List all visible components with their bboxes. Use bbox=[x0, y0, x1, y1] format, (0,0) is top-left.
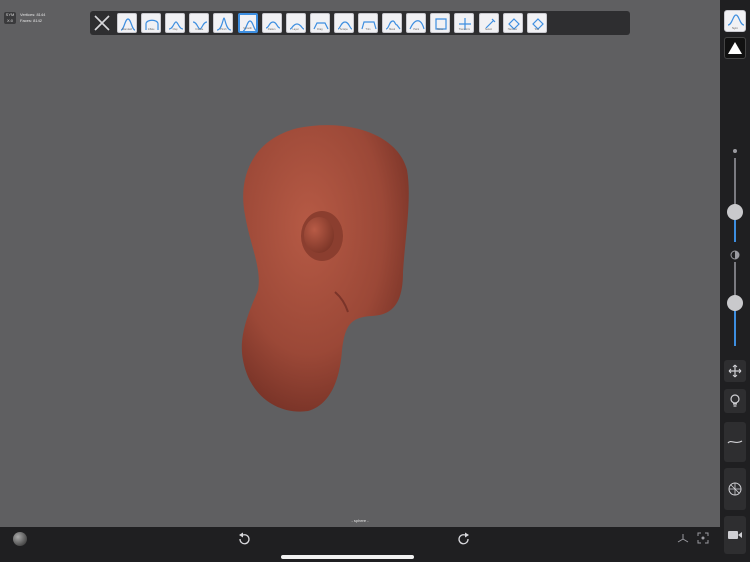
tool-label: Pinch bbox=[220, 28, 227, 31]
tool-trim[interactable]: Trim bbox=[358, 13, 378, 33]
lighting-button[interactable] bbox=[724, 389, 746, 413]
curve-icon bbox=[727, 14, 745, 26]
tool-label: Smooth bbox=[243, 27, 252, 30]
radius-slider-knob[interactable] bbox=[727, 204, 743, 220]
tool-crease[interactable]: Crease bbox=[189, 13, 210, 33]
move-button[interactable] bbox=[724, 360, 746, 382]
tool-paint[interactable]: Paint bbox=[406, 13, 427, 33]
tool-label: Standard bbox=[121, 28, 133, 31]
home-indicator[interactable] bbox=[281, 555, 414, 559]
triangle-icon bbox=[728, 42, 742, 54]
lightbulb-icon bbox=[730, 394, 740, 407]
tool-label: Mask bbox=[389, 28, 396, 31]
brush-size-icon bbox=[733, 149, 737, 153]
radius-slider-track[interactable] bbox=[734, 158, 736, 210]
topology-icon bbox=[728, 482, 742, 496]
intensity-slider-knob[interactable] bbox=[727, 295, 743, 311]
axis-gizmo-icon[interactable] bbox=[676, 532, 690, 544]
redo-icon[interactable] bbox=[457, 532, 471, 546]
intensity-icon bbox=[730, 250, 740, 260]
camera-button[interactable] bbox=[724, 516, 746, 554]
tool-label: Flatten bbox=[267, 28, 276, 31]
right-panel: Sym bbox=[720, 0, 750, 562]
stroke-button[interactable] bbox=[724, 422, 746, 462]
tool-smooth-selected-icon bbox=[242, 20, 257, 32]
tool-extra[interactable]: Tool bbox=[526, 13, 547, 33]
tool-move[interactable]: Move bbox=[430, 13, 451, 33]
tool-pinch[interactable]: Pinch bbox=[213, 13, 234, 33]
tool-label: Tool bbox=[534, 28, 539, 31]
tool-flatten[interactable]: Flatten bbox=[261, 13, 282, 33]
tool-clay[interactable]: Clay bbox=[165, 13, 186, 33]
video-camera-icon bbox=[728, 531, 742, 539]
matcap-sphere-icon[interactable] bbox=[12, 531, 28, 547]
scene-label: - sphere - bbox=[351, 518, 369, 523]
3d-viewport[interactable]: SYM X:0 Vertices: 8144 Faces: 8142 - sph… bbox=[0, 0, 720, 527]
tool-label: Transform bbox=[458, 28, 471, 31]
tool-select[interactable]: Select bbox=[478, 13, 499, 33]
tool-label: Layer bbox=[292, 28, 299, 31]
tool-inflate[interactable]: Inflate bbox=[141, 13, 162, 33]
tool-hammer[interactable]: Hammer bbox=[502, 13, 523, 33]
tool-transform[interactable]: Transform bbox=[454, 13, 475, 33]
tool-scrape[interactable]: Scrape bbox=[333, 13, 354, 33]
tool-label: Trim bbox=[365, 28, 371, 31]
tool-x-icon[interactable] bbox=[92, 13, 112, 33]
symmetry-label: Sym bbox=[732, 26, 738, 30]
mesh-triangle-button[interactable] bbox=[724, 37, 746, 59]
tool-label: Drag bbox=[317, 28, 323, 31]
topology-button[interactable] bbox=[724, 468, 746, 510]
tool-drag[interactable]: Drag bbox=[309, 13, 330, 33]
frame-view-icon[interactable] bbox=[697, 532, 709, 544]
tool-label: Hammer bbox=[507, 28, 518, 31]
tool-label: Paint bbox=[413, 28, 420, 31]
symmetry-button[interactable]: Sym bbox=[724, 10, 746, 32]
move-arrows-icon bbox=[728, 364, 742, 378]
tool-label: Clay bbox=[172, 28, 178, 31]
tool-smooth-selected[interactable]: Smooth bbox=[237, 13, 258, 33]
sculpt-mesh[interactable] bbox=[0, 0, 720, 527]
undo-icon[interactable] bbox=[237, 532, 251, 546]
tool-label: Crease bbox=[195, 28, 204, 31]
tool-label: Inflate bbox=[147, 28, 155, 31]
stroke-icon bbox=[727, 440, 743, 444]
tool-label: Scrape bbox=[339, 28, 348, 31]
tool-label: Move bbox=[437, 28, 444, 31]
tool-mask[interactable]: Mask bbox=[382, 13, 403, 33]
tool-label: Select bbox=[485, 28, 492, 31]
tool-standard[interactable]: Standard bbox=[117, 13, 137, 33]
tool-layer[interactable]: Layer bbox=[285, 13, 306, 33]
